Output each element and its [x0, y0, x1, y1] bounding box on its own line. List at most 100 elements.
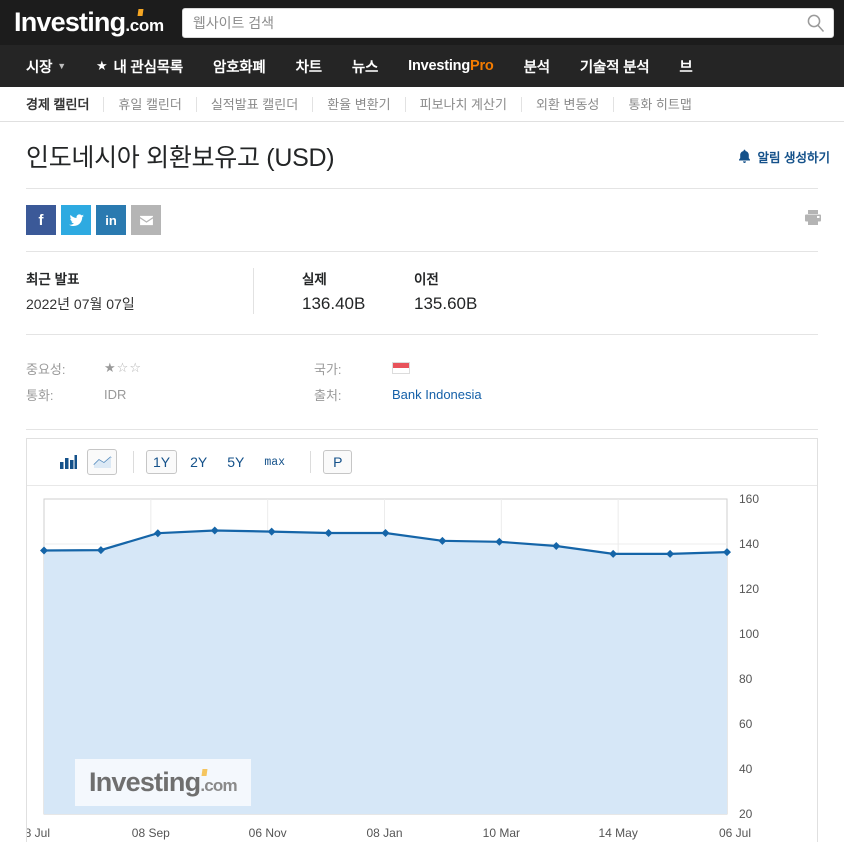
nav-item-technical[interactable]: 기술적 분석 — [580, 56, 650, 77]
y-axis-tick-label: 120 — [739, 582, 759, 596]
star-filled-icon: ★ — [104, 360, 117, 375]
importance-label: 중요성: — [26, 359, 104, 378]
source-link[interactable]: Bank Indonesia — [392, 387, 482, 402]
logo-accent-mark — [138, 9, 144, 16]
toolbar-separator — [310, 451, 311, 473]
subnav-item-economic-calendar[interactable]: 경제 캘린더 — [26, 97, 104, 112]
subnav-item-holiday-calendar[interactable]: 휴일 캘린더 — [104, 97, 196, 112]
x-axis-tick-label: 08 Sep — [132, 826, 170, 840]
star-icon: ★ — [96, 58, 107, 74]
twitter-bird-icon — [69, 214, 84, 227]
actual-label: 실제 — [302, 268, 384, 288]
subnav-item-currency-converter[interactable]: 환율 변환기 — [313, 97, 405, 112]
country-row: 국가: — [314, 355, 602, 381]
nav-item-analysis[interactable]: 분석 — [524, 56, 550, 77]
y-axis-tick-label: 100 — [739, 627, 759, 641]
investing-logo[interactable]: Investing.com — [14, 7, 164, 38]
nav-item-charts[interactable]: 차트 — [296, 56, 322, 77]
nav-item-watchlist[interactable]: ★ 내 관심목록 — [96, 56, 183, 77]
share-row: f in — [26, 189, 818, 251]
range-button-max[interactable]: max — [257, 452, 292, 473]
share-icons: f in — [26, 205, 161, 235]
pro-label-white: Investing — [408, 58, 470, 74]
latest-release-column: 최근 발표 2022년 07월 07일 — [26, 268, 254, 314]
subnav-item-earnings-calendar[interactable]: 실적발표 캘린더 — [197, 97, 313, 112]
x-axis-tick-label: 08 Jul — [27, 826, 50, 840]
x-axis-tick-label: 06 Jul — [719, 826, 751, 840]
bar-chart-icon — [60, 455, 77, 469]
currency-row: 통화: IDR — [26, 381, 314, 407]
x-axis-tick-label: 10 Mar — [483, 826, 520, 840]
y-axis-tick-label: 140 — [739, 537, 759, 551]
y-axis-tick-label: 60 — [739, 717, 753, 731]
share-facebook-icon[interactable]: f — [26, 205, 56, 235]
chart-plot-area[interactable]: 160 140 120 100 80 60 40 20 08 Jul 08 Sep 06 Nov 0… — [27, 487, 817, 842]
previous-label: 이전 — [414, 268, 544, 288]
source-row: 출처: Bank Indonesia — [314, 381, 602, 407]
y-axis-tick-label: 20 — [739, 807, 753, 821]
indonesia-flag-icon — [392, 362, 410, 374]
y-axis-tick-label: 40 — [739, 762, 753, 776]
share-email-icon[interactable] — [131, 205, 161, 235]
line-chart-view-button[interactable] — [87, 449, 117, 475]
logo-suffix: .com — [125, 16, 163, 35]
share-twitter-icon[interactable] — [61, 205, 91, 235]
subnav-item-forex-volatility[interactable]: 외환 변동성 — [522, 97, 614, 112]
x-axis-tick-label: 06 Nov — [249, 826, 287, 840]
range-button-5y[interactable]: 5Y — [220, 450, 251, 474]
meta-left-column: 중요성: ★☆☆ 통화: IDR — [26, 355, 314, 407]
meta-right-column: 국가: 출처: Bank Indonesia — [314, 355, 602, 407]
print-icon[interactable] — [804, 209, 822, 231]
star-empty-icon: ☆ — [117, 360, 130, 375]
pro-label-orange: Pro — [470, 58, 494, 74]
nav-item-markets[interactable]: 시장 ▼ — [26, 56, 66, 77]
printer-icon — [804, 209, 822, 226]
country-label: 국가: — [314, 359, 392, 378]
title-row: 인도네시아 외환보유고 (USD) 알림 생성하기 — [26, 122, 818, 188]
nav-item-investing-pro[interactable]: InvestingPro — [408, 58, 493, 74]
nav-item-brokers[interactable]: 브 — [679, 56, 692, 77]
logo-text: Investing — [14, 7, 125, 37]
actual-value: 136.40B — [302, 294, 384, 314]
x-axis-tick-label: 14 May — [598, 826, 637, 840]
subnav-item-fibonacci-calculator[interactable]: 피보나치 계산기 — [406, 97, 522, 112]
share-linkedin-icon[interactable]: in — [96, 205, 126, 235]
nav-item-crypto[interactable]: 암호화폐 — [213, 56, 266, 77]
range-button-2y[interactable]: 2Y — [183, 450, 214, 474]
currency-label: 통화: — [26, 385, 104, 404]
page-content: 인도네시아 외환보유고 (USD) 알림 생성하기 f in — [0, 122, 844, 429]
latest-release-label: 최근 발표 — [26, 268, 223, 288]
chart-card: 1Y 2Y 5Y max P 160 140 120 100 80 60 40 20 08 J… — [26, 438, 818, 842]
create-alert-label: 알림 생성하기 — [758, 147, 830, 166]
latest-release-date: 2022년 07월 07일 — [26, 294, 223, 314]
page-title: 인도네시아 외환보유고 (USD) — [26, 138, 334, 174]
nav-item-news[interactable]: 뉴스 — [352, 56, 378, 77]
actual-column: 실제 136.40B — [254, 268, 414, 314]
top-header-bar: Investing.com — [0, 0, 844, 45]
importance-stars: ★☆☆ — [104, 360, 142, 376]
chevron-down-icon: ▼ — [57, 61, 66, 71]
subnav-item-currency-heatmap[interactable]: 통화 히트맵 — [614, 97, 705, 112]
chart-print-button[interactable]: P — [323, 450, 352, 474]
y-axis-tick-label: 160 — [739, 492, 759, 506]
main-navigation: 시장 ▼ ★ 내 관심목록 암호화폐 차트 뉴스 InvestingPro 분석… — [0, 45, 844, 87]
source-label: 출처: — [314, 385, 392, 404]
range-button-1y[interactable]: 1Y — [146, 450, 177, 474]
previous-value: 135.60B — [414, 294, 544, 314]
y-axis-tick-label: 80 — [739, 672, 753, 686]
nav-label: 내 관심목록 — [113, 56, 183, 77]
search-icon[interactable] — [806, 13, 826, 33]
star-empty-icon: ☆ — [129, 360, 142, 375]
bar-chart-view-button[interactable] — [53, 449, 83, 475]
importance-row: 중요성: ★☆☆ — [26, 355, 314, 381]
envelope-icon — [139, 215, 154, 226]
search-container — [182, 8, 834, 38]
chart-toolbar: 1Y 2Y 5Y max P — [27, 439, 817, 486]
create-alert-button[interactable]: 알림 생성하기 — [738, 147, 830, 166]
release-summary: 최근 발표 2022년 07월 07일 실제 136.40B 이전 135.60… — [26, 252, 818, 334]
bell-icon — [738, 149, 751, 164]
sub-navigation: 경제 캘린더 휴일 캘린더 실적발표 캘린더 환율 변환기 피보나치 계산기 외… — [0, 87, 844, 122]
toolbar-separator — [133, 451, 134, 473]
search-input[interactable] — [182, 8, 834, 38]
currency-value: IDR — [104, 387, 126, 402]
